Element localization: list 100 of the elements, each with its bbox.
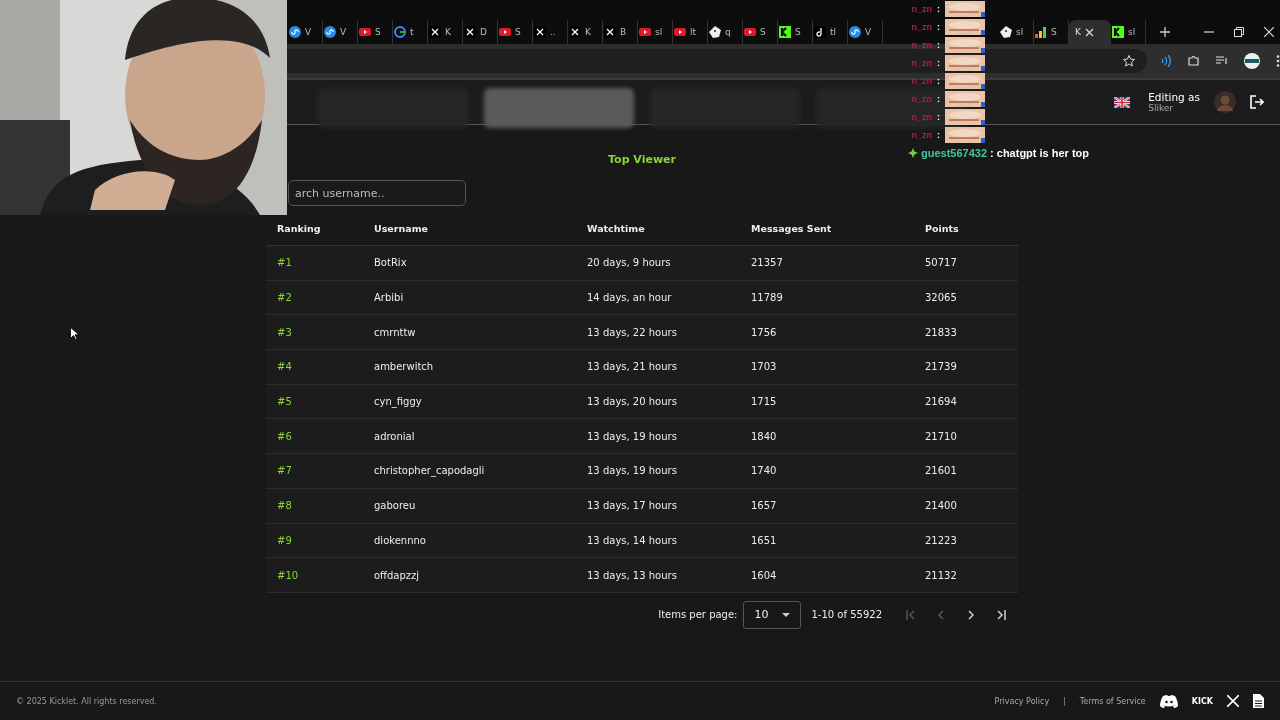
table-cell-text: diokennno bbox=[374, 534, 427, 546]
table-cell-text: 21739 bbox=[925, 361, 958, 373]
sparkle-icon bbox=[908, 148, 918, 158]
k-logo-icon bbox=[779, 26, 791, 38]
discord-icon[interactable] bbox=[1159, 694, 1178, 708]
table-cell-text: 1840 bbox=[751, 430, 778, 442]
caret-icon bbox=[782, 612, 791, 617]
table-cell-text: 50717 bbox=[925, 257, 958, 269]
terms-of-service-link[interactable]: Terms of Service bbox=[1079, 696, 1146, 706]
flag-icon[interactable] bbox=[1114, 96, 1131, 108]
table-cell-text: christopher_capodagli bbox=[374, 465, 486, 477]
table-cell-text: 21400 bbox=[925, 500, 958, 512]
editing-label: Editing as bbox=[1148, 91, 1200, 103]
more-icon[interactable] bbox=[1276, 55, 1280, 67]
chat-username: n_zn bbox=[910, 112, 932, 122]
table-cell-text: 1657 bbox=[751, 500, 778, 512]
table-cell-text: 13 days, 14 hours bbox=[587, 534, 678, 546]
table-cell-text: 13 days, 22 hours bbox=[587, 326, 678, 338]
table-cell-text: 13 days, 17 hours bbox=[587, 500, 678, 512]
logout-icon[interactable] bbox=[1250, 95, 1264, 109]
loop-icon bbox=[849, 26, 861, 38]
play-icon bbox=[359, 26, 371, 38]
table-cell-text: cmrnttw bbox=[374, 326, 417, 338]
table-cell-text: 32065 bbox=[925, 292, 958, 304]
search-field[interactable]: arch username.. bbox=[288, 180, 466, 206]
table-cell-text: #7 bbox=[277, 465, 293, 477]
table-cell-text: 13 days, 19 hours bbox=[587, 465, 678, 477]
play-icon bbox=[744, 26, 756, 38]
table-cell-text: 14 days, an hour bbox=[587, 292, 673, 304]
table-cell-text: 21132 bbox=[925, 569, 958, 581]
previous-page-icon[interactable] bbox=[936, 609, 946, 620]
privacy-policy-link[interactable]: Privacy Policy bbox=[994, 696, 1050, 706]
sound-waves-icon[interactable] bbox=[1160, 55, 1172, 67]
chat-username: n_zn bbox=[910, 22, 932, 32]
table-cell-text: 20 days, 9 hours bbox=[587, 257, 672, 269]
new-tab-icon[interactable] bbox=[1160, 27, 1170, 37]
close-icon[interactable] bbox=[1264, 27, 1274, 37]
table-cell-text: 1651 bbox=[751, 534, 778, 546]
column-header: Username bbox=[374, 222, 429, 234]
x-logo-icon bbox=[429, 26, 441, 38]
chat-separator: : bbox=[937, 76, 940, 86]
play-icon bbox=[499, 26, 511, 38]
chat-username: guest567432 bbox=[921, 147, 988, 159]
play-icon bbox=[639, 26, 651, 38]
table-cell-text: 13 days, 13 hours bbox=[587, 569, 678, 581]
column-header: Points bbox=[925, 222, 960, 234]
signal-bars-icon bbox=[1035, 26, 1047, 38]
media-list-icon[interactable] bbox=[1216, 55, 1228, 67]
restore-icon[interactable] bbox=[1234, 27, 1244, 37]
table-cell-text: 11789 bbox=[751, 292, 784, 304]
table-cell-text: 21710 bbox=[925, 430, 958, 442]
chat-separator: : bbox=[937, 22, 940, 32]
puzzle-icon[interactable] bbox=[1188, 55, 1200, 67]
user-name: Sliker bbox=[1148, 103, 1173, 113]
last-page-icon[interactable] bbox=[996, 609, 1006, 620]
table-cell-text: 1740 bbox=[751, 465, 778, 477]
document-icon[interactable] bbox=[1253, 694, 1264, 708]
chat-username: n_zn bbox=[910, 130, 932, 140]
chat-separator: : bbox=[937, 58, 940, 68]
x-logo-icon bbox=[534, 26, 546, 38]
column-header: Messages Sent bbox=[751, 222, 833, 234]
page-size-select[interactable]: 10 bbox=[743, 600, 802, 629]
table-cell-text: 21833 bbox=[925, 326, 958, 338]
table-cell-text: #8 bbox=[277, 500, 293, 512]
address-bar[interactable] bbox=[287, 49, 1147, 73]
table-cell-text: amberwitch bbox=[374, 361, 435, 373]
google-icon bbox=[394, 26, 406, 38]
link-separator: | bbox=[1063, 696, 1066, 706]
chat-username: n_zn bbox=[910, 58, 932, 68]
column-header: Ranking bbox=[277, 222, 322, 234]
table-cell-text: #6 bbox=[277, 430, 293, 442]
table-cell-text: #9 bbox=[277, 534, 293, 546]
table-cell-text: 1715 bbox=[751, 396, 778, 408]
x-logo-icon bbox=[604, 26, 616, 38]
chat-separator: : bbox=[937, 94, 940, 104]
column-header: Watchtime bbox=[587, 222, 646, 234]
chat-message: : chatgpt is her top bbox=[990, 147, 1090, 159]
play-icon bbox=[674, 26, 686, 38]
items-per-page-label: Items per page: bbox=[658, 609, 738, 621]
browser-tab[interactable]: K bbox=[1069, 20, 1111, 44]
loop-icon bbox=[289, 26, 301, 38]
table-cell-text: #3 bbox=[277, 326, 293, 338]
star-icon[interactable] bbox=[1123, 55, 1135, 67]
first-page-icon[interactable] bbox=[906, 609, 916, 620]
table-cell-text: #1 bbox=[277, 257, 293, 269]
table-cell-text: 21601 bbox=[925, 465, 958, 477]
kick-wordmark[interactable]: KICK bbox=[1191, 696, 1213, 706]
table-cell-text: 13 days, 19 hours bbox=[587, 430, 678, 442]
x-logo-icon[interactable] bbox=[1227, 695, 1239, 707]
next-page-icon[interactable] bbox=[966, 609, 976, 620]
table-cell-text: 21357 bbox=[751, 257, 784, 269]
profile-icon[interactable] bbox=[1244, 53, 1260, 69]
close-icon[interactable] bbox=[1084, 27, 1094, 37]
table-cell-text: 1703 bbox=[751, 361, 778, 373]
table-cell-text: 1604 bbox=[751, 569, 778, 581]
table-cell-text: #5 bbox=[277, 396, 293, 408]
chat-separator: : bbox=[937, 4, 940, 14]
music-note-icon bbox=[814, 26, 826, 38]
chat-separator: : bbox=[937, 112, 940, 122]
table-cell-text: gaboreu bbox=[374, 500, 417, 512]
